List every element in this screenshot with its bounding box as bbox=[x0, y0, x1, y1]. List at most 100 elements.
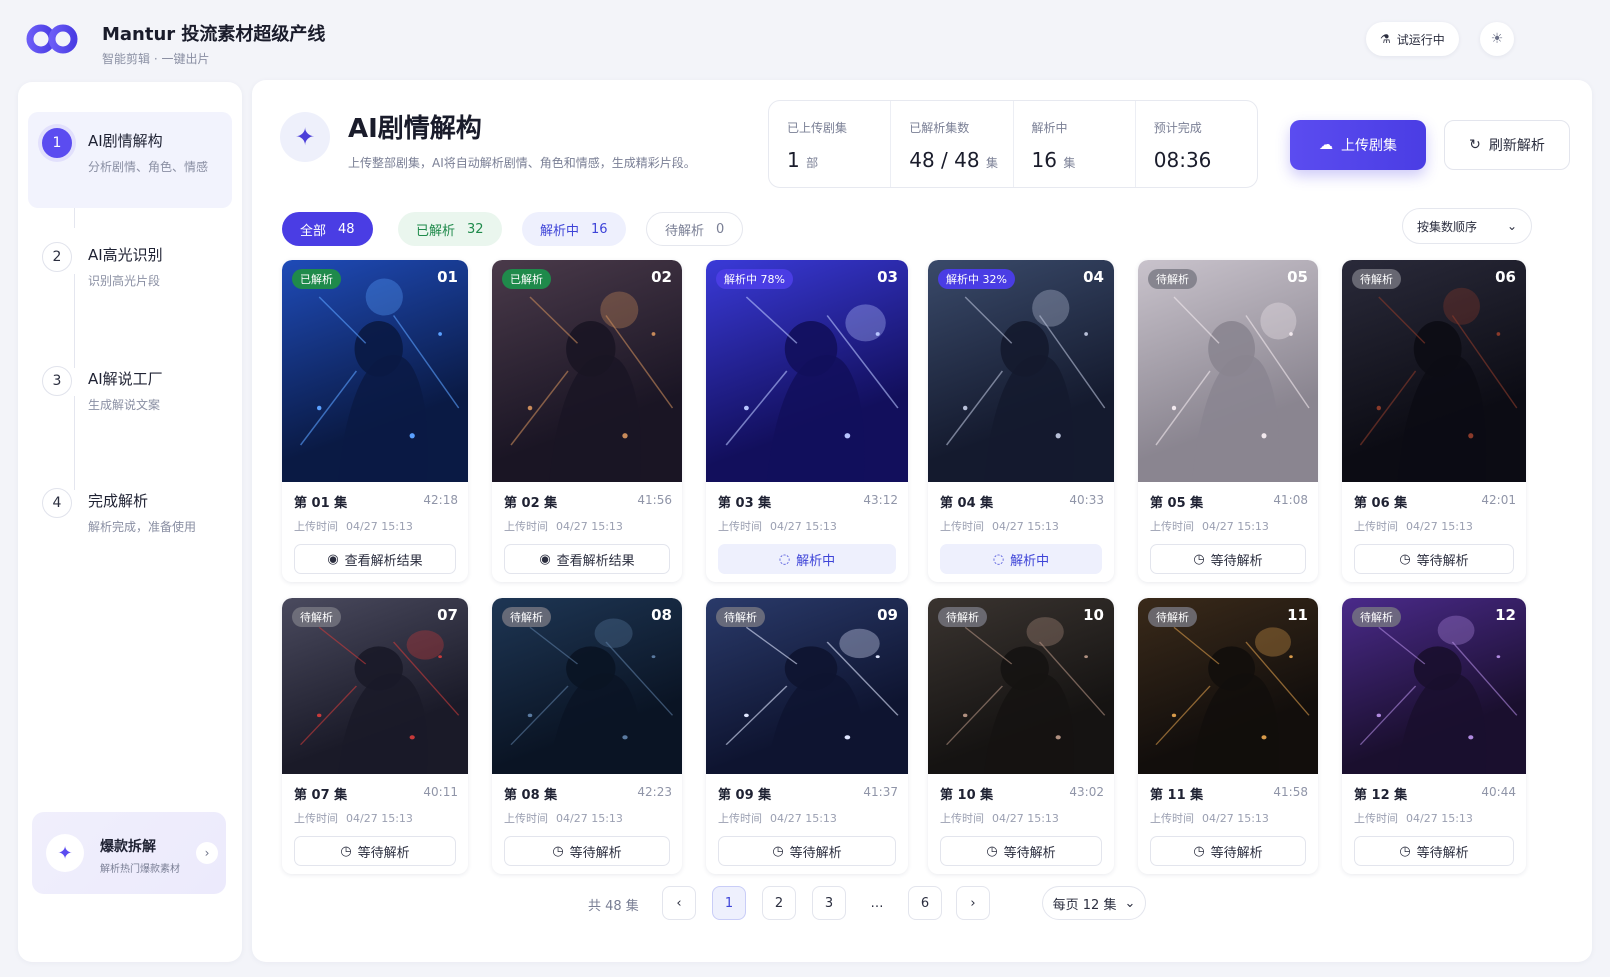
chevron-right-icon: › bbox=[970, 895, 976, 911]
episode-action-button[interactable]: ◷ 等待解析 bbox=[1354, 836, 1514, 866]
filter-count: 32 bbox=[467, 221, 484, 237]
episode-action-button[interactable]: ◷ 等待解析 bbox=[940, 836, 1102, 866]
stat-unit: 部 bbox=[806, 156, 819, 170]
episode-card[interactable]: 待解析 10 第 10 集 43:02 上传时间 04/27 15:13 ◷ 等待解析 bbox=[928, 598, 1114, 874]
upload-time-label: 上传时间 bbox=[294, 812, 338, 825]
theme-toggle-button[interactable]: ☀ bbox=[1480, 22, 1514, 56]
episode-number: 02 bbox=[651, 268, 672, 286]
episode-card[interactable]: 解析中 78% 03 第 03 集 43:12 上传时间 04/27 15:13 ◌ 解析中 bbox=[706, 260, 908, 582]
episode-card[interactable]: 待解析 05 第 05 集 41:08 上传时间 04/27 15:13 ◷ 等待解析 bbox=[1138, 260, 1318, 582]
status-badge: 待解析 bbox=[1352, 269, 1401, 289]
episode-number: 04 bbox=[1083, 268, 1104, 286]
episode-thumbnail[interactable]: 解析中 32% 04 bbox=[928, 260, 1114, 482]
episode-thumbnail[interactable]: 待解析 12 bbox=[1342, 598, 1526, 774]
episode-thumbnail[interactable]: 待解析 06 bbox=[1342, 260, 1526, 482]
clock-icon: ◷ bbox=[340, 843, 352, 859]
episode-action-button[interactable]: ◌ 解析中 bbox=[940, 544, 1102, 574]
status-badge: 解析中 78% bbox=[716, 269, 793, 289]
episode-card[interactable]: 待解析 08 第 08 集 42:23 上传时间 04/27 15:13 ◷ 等待解析 bbox=[492, 598, 682, 874]
episode-action-button[interactable]: ◷ 等待解析 bbox=[1150, 544, 1306, 574]
episode-action-button[interactable]: ◷ 等待解析 bbox=[504, 836, 670, 866]
episode-action-button[interactable]: ◉ 查看解析结果 bbox=[504, 544, 670, 574]
page-1[interactable]: 1 bbox=[712, 886, 746, 920]
episode-card[interactable]: 待解析 06 第 06 集 42:01 上传时间 04/27 15:13 ◷ 等待解析 bbox=[1342, 260, 1526, 582]
episode-thumbnail[interactable]: 待解析 08 bbox=[492, 598, 682, 774]
sidebar: 1 AI剧情解构 分析剧情、角色、情感 2 AI高光识别 识别高光片段 3 AI… bbox=[18, 82, 242, 962]
episode-card[interactable]: 待解析 09 第 09 集 41:37 上传时间 04/27 15:13 ◷ 等待解析 bbox=[706, 598, 908, 874]
prev-page-button[interactable]: ‹ bbox=[662, 886, 696, 920]
eye-icon: ◉ bbox=[327, 551, 339, 567]
page-size-select[interactable]: 每页 12 集 ⌄ bbox=[1042, 886, 1146, 920]
episode-card[interactable]: 待解析 07 第 07 集 40:11 上传时间 04/27 15:13 ◷ 等待解析 bbox=[282, 598, 468, 874]
clock-icon: ◷ bbox=[1399, 551, 1411, 567]
episode-number: 10 bbox=[1083, 606, 1104, 624]
episode-action-button[interactable]: ◉ 查看解析结果 bbox=[294, 544, 456, 574]
clock-icon: ◷ bbox=[772, 843, 784, 859]
step-title: AI解说工厂 bbox=[88, 370, 163, 388]
filter-label: 解析中 bbox=[540, 223, 580, 239]
episode-thumbnail[interactable]: 待解析 11 bbox=[1138, 598, 1318, 774]
episode-thumbnail[interactable]: 已解析 02 bbox=[492, 260, 682, 482]
upload-time-label: 上传时间 bbox=[1354, 812, 1398, 825]
filter-processing[interactable]: 解析中 16 bbox=[522, 212, 626, 246]
stat-processing: 解析中 16 集 bbox=[1012, 101, 1135, 187]
episode-thumbnail[interactable]: 待解析 07 bbox=[282, 598, 468, 774]
sidebar-step-2[interactable]: 2 AI高光识别 识别高光片段 bbox=[28, 226, 232, 322]
action-label: 等待解析 bbox=[1210, 845, 1263, 861]
page-6[interactable]: 6 bbox=[908, 886, 942, 920]
episode-action-button[interactable]: ◷ 等待解析 bbox=[1354, 544, 1514, 574]
episode-thumbnail[interactable]: 待解析 05 bbox=[1138, 260, 1318, 482]
filter-done[interactable]: 已解析 32 bbox=[398, 212, 502, 246]
upload-time-label: 上传时间 bbox=[294, 520, 338, 533]
clock-icon: ◷ bbox=[1399, 843, 1411, 859]
stat-eta: 预计完成 08:36 bbox=[1134, 101, 1257, 187]
episode-card[interactable]: 待解析 12 第 12 集 40:44 上传时间 04/27 15:13 ◷ 等待解析 bbox=[1342, 598, 1526, 874]
filter-waiting[interactable]: 待解析 0 bbox=[646, 212, 744, 246]
sidebar-step-3[interactable]: 3 AI解说工厂 生成解说文案 bbox=[28, 350, 232, 446]
episode-card[interactable]: 已解析 02 第 02 集 41:56 上传时间 04/27 15:13 ◉ 查看解析结果 bbox=[492, 260, 682, 582]
episode-duration: 40:33 bbox=[1069, 493, 1104, 507]
episode-action-button[interactable]: ◷ 等待解析 bbox=[718, 836, 896, 866]
episode-artwork bbox=[1155, 296, 1310, 482]
episode-number: 06 bbox=[1495, 268, 1516, 286]
episode-title: 第 07 集 bbox=[294, 788, 348, 803]
page-3[interactable]: 3 bbox=[812, 886, 846, 920]
episode-thumbnail[interactable]: 待解析 09 bbox=[706, 598, 908, 774]
upload-time: 上传时间 04/27 15:13 bbox=[504, 518, 623, 534]
episode-card[interactable]: 已解析 01 第 01 集 42:18 上传时间 04/27 15:13 ◉ 查看解析结果 bbox=[282, 260, 468, 582]
stats-panel: 已上传剧集 1 部 已解析集数 48 / 48 集 解析中 16 集 预计完成 … bbox=[768, 100, 1258, 188]
logo-icon bbox=[26, 24, 78, 54]
filter-all[interactable]: 全部 48 bbox=[282, 212, 373, 246]
page-2[interactable]: 2 bbox=[762, 886, 796, 920]
filter-count: 16 bbox=[591, 221, 608, 237]
episode-action-button[interactable]: ◷ 等待解析 bbox=[294, 836, 456, 866]
chevron-right-icon[interactable]: › bbox=[196, 842, 218, 864]
upload-button[interactable]: ☁ 上传剧集 bbox=[1290, 120, 1426, 170]
episode-number: 01 bbox=[437, 268, 458, 286]
upload-time-label: 上传时间 bbox=[1150, 520, 1194, 533]
episode-card[interactable]: 待解析 11 第 11 集 41:58 上传时间 04/27 15:13 ◷ 等待解析 bbox=[1138, 598, 1318, 874]
page-size-label: 每页 12 集 bbox=[1052, 897, 1117, 913]
trial-status-button[interactable]: ⚗ 试运行中 bbox=[1366, 22, 1459, 56]
episode-thumbnail[interactable]: 待解析 10 bbox=[928, 598, 1114, 774]
status-badge: 待解析 bbox=[716, 607, 765, 627]
episode-card[interactable]: 解析中 32% 04 第 04 集 40:33 上传时间 04/27 15:13 ◌ 解析中 bbox=[928, 260, 1114, 582]
episode-action-button[interactable]: ◷ 等待解析 bbox=[1150, 836, 1306, 866]
episode-action-button[interactable]: ◌ 解析中 bbox=[718, 544, 896, 574]
sort-select[interactable]: 按集数顺序 ⌄ bbox=[1402, 208, 1532, 244]
episode-thumbnail[interactable]: 已解析 01 bbox=[282, 260, 468, 482]
upload-time-value: 04/27 15:13 bbox=[992, 812, 1059, 825]
episode-title: 第 12 集 bbox=[1354, 788, 1408, 803]
page-desc: 上传整部剧集，AI将自动解析剧情、角色和情感，生成精彩片段。 bbox=[348, 156, 696, 170]
next-page-button[interactable]: › bbox=[956, 886, 990, 920]
sidebar-step-4[interactable]: 4 完成解析 解析完成，准备使用 bbox=[28, 472, 232, 568]
episode-thumbnail[interactable]: 解析中 78% 03 bbox=[706, 260, 908, 482]
stat-label: 已上传剧集 bbox=[787, 121, 848, 135]
upload-time: 上传时间 04/27 15:13 bbox=[1150, 518, 1269, 534]
sidebar-step-1[interactable]: 1 AI剧情解构 分析剧情、角色、情感 bbox=[28, 112, 232, 208]
episode-number: 03 bbox=[877, 268, 898, 286]
filter-label: 全部 bbox=[300, 223, 327, 239]
viral-breakdown-card[interactable]: ✦ 爆款拆解 解析热门爆款素材 › bbox=[32, 812, 226, 894]
refresh-button[interactable]: ↻ 刷新解析 bbox=[1444, 120, 1570, 170]
step-desc: 识别高光片段 bbox=[88, 274, 161, 288]
